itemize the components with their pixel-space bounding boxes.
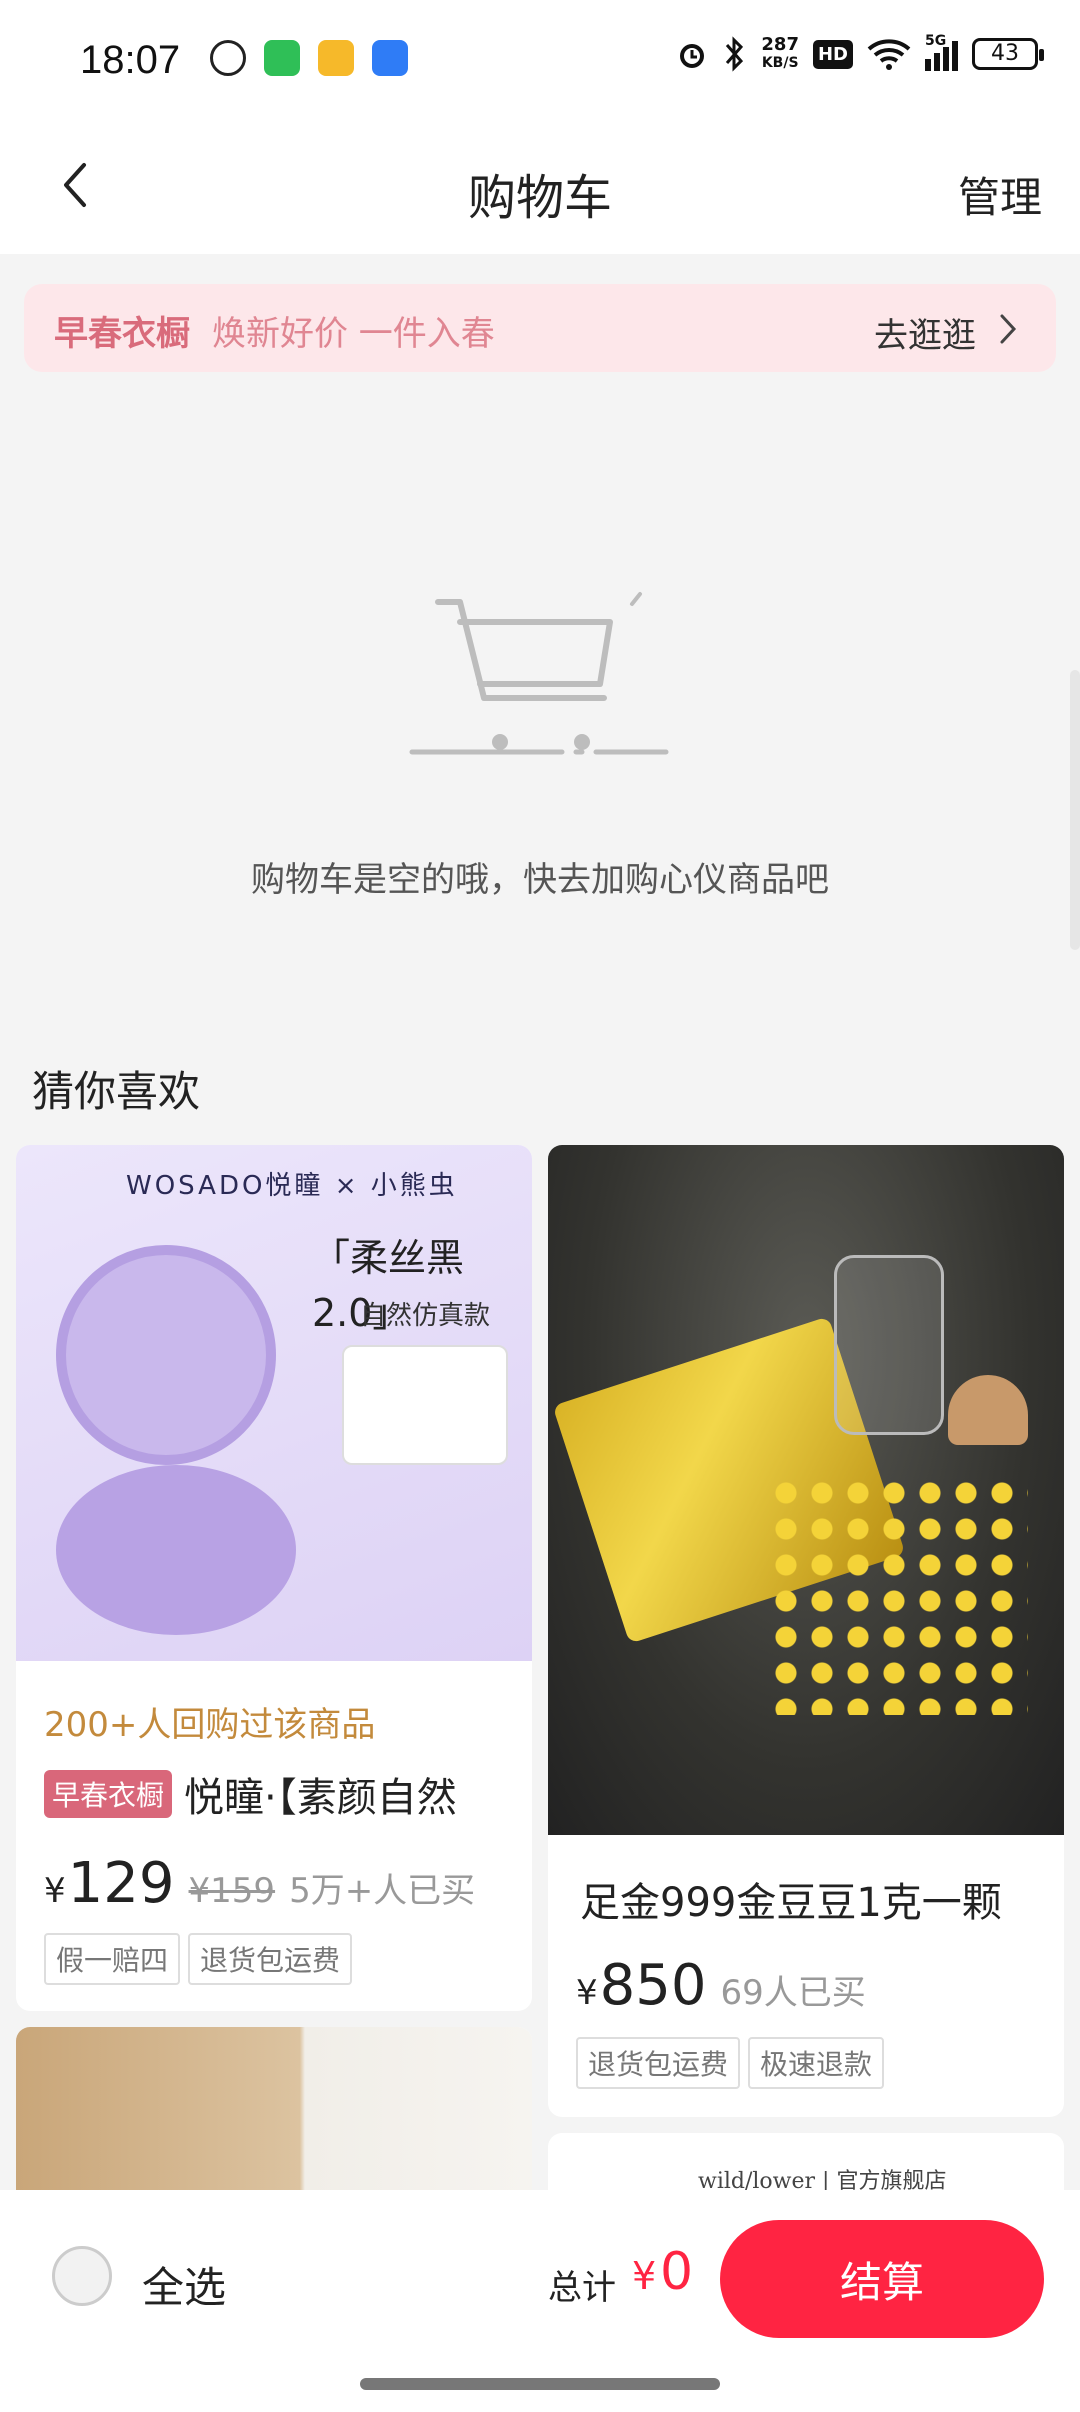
empty-cart-icon [409,592,669,755]
product-image[interactable]: WOSADO悦瞳 × 小熊虫 「柔丝黑2.0」 自然仿真款 [16,1145,532,1661]
nav-header: 购物车 管理 [0,120,1080,254]
status-time: 18:07 [80,38,181,82]
sold-count: 69人已买 [720,1973,866,2013]
service-tag: 退货包运费 [576,2037,741,2089]
sold-count: 5万+人已买 [289,1871,476,1911]
service-tag: 假一赔四 [44,1933,181,1985]
gold-beans [768,1475,1028,1715]
product-image-sub: 自然仿真款 [360,1301,491,1331]
product-card[interactable]: WOSADO悦瞳 × 小熊虫 「柔丝黑2.0」 自然仿真款 200+人回购过该商… [16,1145,532,2011]
net-speed-unit: KB/S [761,55,799,71]
product-title-row: 早春衣橱 悦瞳·【素颜自然 [44,1765,524,1823]
page-title: 购物车 [467,170,612,226]
hd-badge: HD [812,39,853,69]
cart-page: 18:07 287 KB/S HD 5G 43 购物车 管理 早春衣橱 焕新好价… [0,0,1080,2412]
promo-banner[interactable]: 早春衣橱 焕新好价 一件入春 去逛逛 [24,284,1056,372]
alarm-icon [680,44,705,68]
total-label: 总计 [548,2268,616,2308]
currency-symbol: ¥ [576,1973,598,2013]
currency-symbol: ¥ [44,1871,66,1911]
promo-tag: 早春衣橱 [54,314,190,354]
notes-icon [318,40,354,76]
manage-button[interactable]: 管理 [958,164,1042,225]
service-tag: 退货包运费 [188,1933,353,1985]
status-right: 287 KB/S HD 5G 43 [675,33,1044,72]
price-row: ¥ 129 ¥159 5万+人已买 [44,1851,475,1916]
battery-icon: 43 [972,38,1044,70]
chevron-right-icon [1000,314,1017,344]
status-app-icons [210,40,408,76]
lash-case-base [56,1465,296,1635]
product-image[interactable] [548,1145,1064,1835]
service-tags: 假一赔四 退货包运费 [44,1933,353,1985]
total-currency: ¥ [632,2254,657,2298]
wifi-icon [867,39,911,70]
security-icon [372,40,408,76]
original-price: ¥159 [188,1871,276,1911]
scrollbar[interactable] [1070,670,1080,950]
price-row: ¥ 850 69人已买 [576,1953,866,2018]
product-title[interactable]: 悦瞳·【素颜自然 [184,1765,457,1823]
lash-case-lid [56,1245,276,1465]
repurchase-note: 200+人回购过该商品 [44,1705,376,1745]
promo-text: 焕新好价 一件入春 [212,314,495,354]
network-type: 5G [925,33,947,49]
glass-jar [834,1255,944,1435]
bluetooth-icon [726,36,744,72]
net-speed-value: 287 [761,34,799,55]
total-value: 0 [660,2242,694,2302]
product-title[interactable]: 足金999金豆豆1克一颗 [580,1870,1002,1928]
cork [948,1375,1028,1445]
promo-action[interactable]: 去逛逛 [874,308,976,357]
status-bar: 18:07 287 KB/S HD 5G 43 [0,0,1080,120]
promo-badge: 早春衣橱 [44,1770,173,1818]
product-card[interactable]: 足金999金豆豆1克一颗 ¥ 850 69人已买 退货包运费 极速退款 [548,1145,1064,2117]
select-all-label[interactable]: 全选 [142,2254,226,2315]
service-tag: 极速退款 [748,2037,885,2089]
empty-cart-message: 购物车是空的哦，快去加购心仪商品吧 [251,860,829,900]
checkout-button[interactable]: 结算 [720,2220,1044,2338]
net-speed: 287 KB/S [761,36,799,72]
signal-icon: 5G [925,33,958,71]
recommendations-title: 猜你喜欢 [32,1067,201,1116]
wechat-icon [210,40,246,76]
checkout-bar: 全选 总计 ¥ 0 结算 [0,2190,1080,2412]
price: 129 [67,1851,175,1916]
select-all-checkbox[interactable] [52,2246,112,2306]
eye-preview [342,1345,508,1465]
price: 850 [599,1953,707,2018]
service-tags: 退货包运费 极速退款 [576,2037,885,2089]
messages-icon [264,40,300,76]
home-indicator[interactable] [360,2378,720,2390]
product-image-brand: WOSADO悦瞳 × 小熊虫 [126,1171,458,1201]
